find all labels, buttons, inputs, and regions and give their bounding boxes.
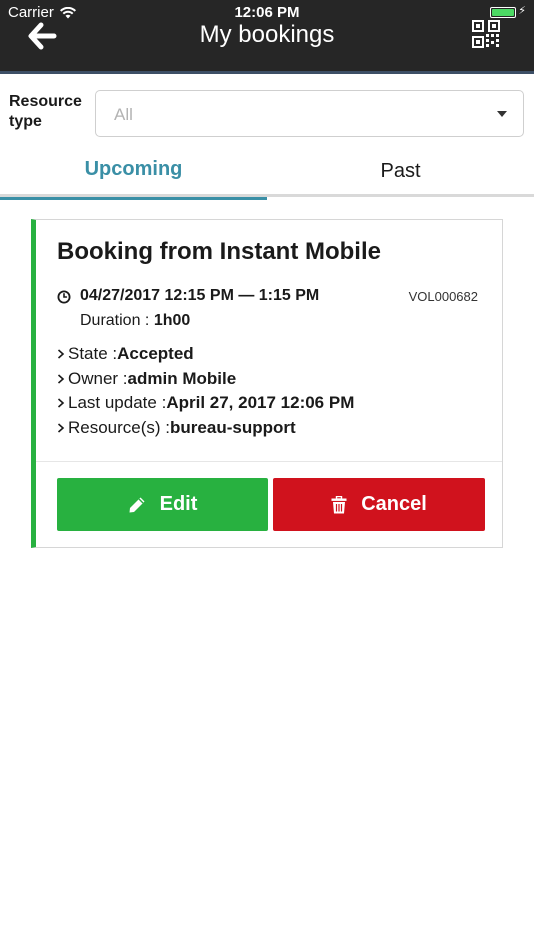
- trash-icon: [331, 495, 347, 513]
- charging-icon: ⚡: [518, 5, 526, 17]
- detail-resources: Resource(s) : bureau-support: [56, 418, 296, 438]
- chevron-right-icon: [57, 349, 65, 359]
- booking-title: Booking from Instant Mobile: [57, 238, 381, 265]
- battery-icon: [490, 7, 516, 18]
- tab-past[interactable]: Past: [267, 145, 534, 197]
- edit-button[interactable]: Edit: [57, 478, 268, 531]
- duration-value: 1h00: [153, 312, 191, 329]
- pencil-icon: [129, 497, 145, 512]
- edit-label: Edit: [159, 493, 198, 515]
- detail-value: Accepted: [117, 344, 194, 363]
- detail-owner: Owner : admin Mobile: [56, 369, 236, 389]
- page-title: My bookings: [199, 21, 335, 48]
- resource-type-select[interactable]: All: [95, 90, 524, 137]
- card-divider: [36, 461, 502, 462]
- chevron-right-icon: [57, 398, 65, 408]
- booking-tabs: Upcoming Past: [0, 145, 534, 200]
- booking-date-range: 04/27/2017 12:15 PM — 1:15 PM: [80, 287, 320, 304]
- detail-state: State : Accepted: [56, 344, 194, 364]
- duration-label: Duration :: [80, 312, 154, 329]
- cancel-button[interactable]: Cancel: [273, 478, 485, 531]
- chevron-right-icon: [57, 423, 65, 433]
- booking-reference: VOL000682: [408, 289, 478, 304]
- app-header: Carrier 12:06 PM ⚡ My bookings: [0, 0, 534, 74]
- resource-type-label: Resource type: [9, 93, 82, 130]
- detail-label: State :: [68, 344, 118, 363]
- tab-upcoming[interactable]: Upcoming: [0, 145, 267, 200]
- chevron-right-icon: [57, 374, 65, 384]
- qr-scan-button[interactable]: [472, 20, 500, 48]
- qr-code-icon: [472, 20, 500, 48]
- caret-down-icon: [497, 111, 507, 117]
- detail-label: Resource(s) :: [68, 418, 171, 437]
- booking-duration: Duration : 1h00: [80, 312, 190, 330]
- detail-label: Last update :: [68, 393, 167, 412]
- detail-last-update: Last update : April 27, 2017 12:06 PM: [56, 393, 354, 413]
- status-time: 12:06 PM: [234, 4, 300, 21]
- clock-icon: [57, 290, 71, 304]
- detail-value: bureau-support: [170, 418, 296, 437]
- detail-value: admin Mobile: [127, 369, 237, 388]
- detail-label: Owner :: [68, 369, 128, 388]
- booking-card: Booking from Instant Mobile 04/27/2017 1…: [31, 219, 503, 548]
- cancel-label: Cancel: [361, 493, 427, 515]
- detail-value: April 27, 2017 12:06 PM: [166, 393, 355, 412]
- resource-type-value: All: [114, 105, 133, 124]
